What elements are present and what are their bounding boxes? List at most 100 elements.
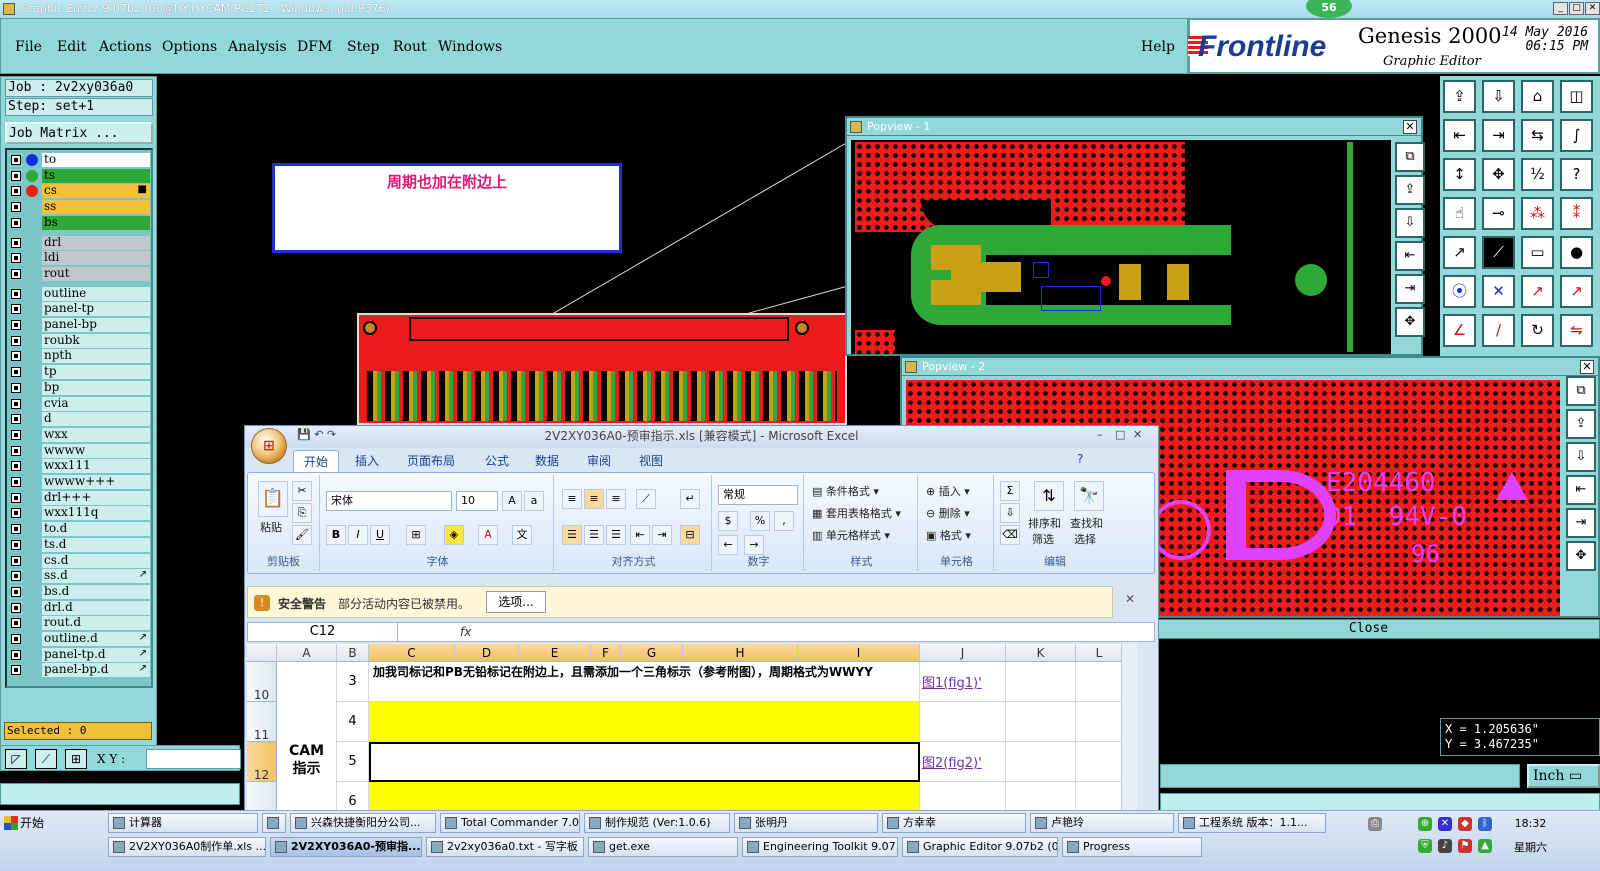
layer-row[interactable]: ts.d: [9, 537, 151, 552]
layer-name[interactable]: outline: [42, 286, 150, 301]
row-header[interactable]: 11: [247, 702, 277, 742]
popview-2-zoom-icon[interactable]: ⧉: [1566, 376, 1596, 406]
layer-name[interactable]: panel-tp.d: [42, 647, 150, 662]
select-all-corner[interactable]: [247, 644, 277, 662]
layer-checkbox[interactable]: [11, 382, 21, 393]
layer-name[interactable]: ss: [42, 200, 150, 215]
zoom-home-icon[interactable]: ⇪: [1443, 80, 1476, 113]
layer-checkbox[interactable]: [11, 304, 21, 315]
align-right-icon[interactable]: ☰: [606, 525, 626, 545]
number-format-select[interactable]: 常规: [718, 485, 798, 505]
layer-checkbox[interactable]: [11, 335, 21, 346]
layer-row[interactable]: rout: [9, 266, 151, 281]
layer-checkbox[interactable]: [11, 429, 21, 440]
layer-row[interactable]: panel-tp.d ↗: [9, 647, 151, 662]
excel-minimize-button[interactable]: –: [1097, 428, 1103, 441]
job-matrix-button[interactable]: Job Matrix ...: [5, 122, 153, 144]
format-cells-button[interactable]: ▣ 格式 ▾: [926, 527, 971, 543]
column-header[interactable]: K: [1006, 644, 1076, 662]
fx-icon[interactable]: fx: [460, 625, 471, 639]
empty-cell[interactable]: [1006, 662, 1076, 702]
fit-vertical-icon[interactable]: ↕: [1443, 158, 1476, 191]
popview-1-close-button[interactable]: ✕: [1403, 120, 1417, 134]
layer-name[interactable]: ldi: [42, 251, 150, 266]
layer-row[interactable]: cvia: [9, 396, 151, 411]
italic-icon[interactable]: I: [348, 525, 368, 545]
layer-row[interactable]: ss.d ↗: [9, 569, 151, 584]
layer-name[interactable]: ts.d: [42, 537, 150, 552]
layer-checkbox[interactable]: [11, 618, 21, 629]
rotate-icon[interactable]: ↻: [1521, 314, 1554, 347]
accounting-icon[interactable]: $: [718, 511, 738, 531]
layer-name[interactable]: d: [42, 412, 150, 427]
move-icon[interactable]: ↗: [1521, 275, 1554, 308]
layer-row[interactable]: wxx: [9, 427, 151, 442]
fill-icon[interactable]: ⇩: [1000, 503, 1020, 523]
layer-name[interactable]: panel-bp.d: [42, 663, 150, 678]
swap-icon[interactable]: ⇆: [1521, 119, 1554, 152]
network-2-icon[interactable]: ⁑: [1560, 197, 1593, 230]
wrap-text-icon[interactable]: ↵: [680, 489, 700, 509]
layer-checkbox[interactable]: [11, 155, 21, 165]
increase-decimal-icon[interactable]: ←: [718, 535, 738, 555]
layer-name[interactable]: cvia: [42, 396, 150, 411]
tray-shield-icon[interactable]: ⛨: [1418, 839, 1432, 853]
layer-row[interactable]: rout.d: [9, 616, 151, 631]
instruction-cell[interactable]: 加我司标记和PB无铅标记在附边上，且需添加一个三角标示（参考附图），周期格式为W…: [369, 662, 920, 702]
security-options-button[interactable]: 选项...: [486, 591, 546, 613]
tray-signal-icon[interactable]: ▲: [1478, 839, 1492, 853]
align-bottom-icon[interactable]: ≡: [606, 489, 626, 509]
security-close-icon[interactable]: ✕: [1125, 592, 1135, 606]
layer-checkbox[interactable]: [11, 602, 21, 613]
tray-app-icon[interactable]: ◆: [1458, 817, 1472, 831]
layer-row[interactable]: outline.d ↗: [9, 632, 151, 646]
layer-checkbox[interactable]: [11, 237, 21, 248]
layer-name[interactable]: bp: [42, 380, 150, 395]
menu-windows[interactable]: Windows: [438, 39, 502, 55]
tab-review[interactable]: 审阅: [587, 452, 611, 469]
layer-checkbox[interactable]: [11, 445, 21, 456]
sort-filter-icon[interactable]: ⇅: [1034, 481, 1064, 511]
taskbar-button[interactable]: 工程系统 版本：1.1...: [1178, 813, 1326, 833]
layer-name[interactable]: cs.d: [42, 553, 150, 568]
tab-page-layout[interactable]: 页面布局: [407, 452, 455, 469]
layer-row[interactable]: cs ■: [9, 184, 151, 199]
font-name-select[interactable]: 宋体: [326, 491, 452, 511]
layer-name[interactable]: bs: [42, 215, 150, 230]
taskbar-button[interactable]: 兴森快捷衡阳分公司...: [290, 813, 436, 833]
layer-checkbox[interactable]: [11, 202, 21, 213]
sequence-cell[interactable]: 4: [337, 702, 369, 742]
circle-icon[interactable]: ●: [1560, 236, 1593, 269]
menu-actions[interactable]: Actions: [99, 39, 152, 55]
column-header[interactable]: H: [683, 644, 798, 662]
column-header[interactable]: B: [337, 644, 369, 662]
pcb-panel-preview[interactable]: [357, 313, 847, 425]
layer-name[interactable]: wxx111: [42, 459, 150, 474]
layer-name[interactable]: drl.d: [42, 600, 150, 615]
figure-link-cell[interactable]: [920, 702, 1006, 742]
layer-name[interactable]: panel-bp: [42, 318, 150, 332]
shrink-font-icon[interactable]: a: [524, 491, 544, 511]
layer-checkbox[interactable]: [11, 414, 21, 425]
layer-name[interactable]: wxx: [42, 427, 150, 442]
comma-icon[interactable]: ,: [774, 511, 794, 531]
unit-button[interactable]: Inch ▭: [1527, 764, 1600, 788]
taskbar-button[interactable]: 计算器: [108, 813, 258, 833]
align-middle-icon[interactable]: ≡: [584, 489, 604, 509]
tray-volume-icon[interactable]: ♪: [1438, 839, 1452, 853]
layer-row[interactable]: ss: [9, 200, 151, 215]
measure-icon[interactable]: ⟋: [35, 749, 57, 769]
layer-checkbox[interactable]: [11, 634, 21, 644]
hand-icon[interactable]: ☝: [1443, 197, 1476, 230]
popview-close-button[interactable]: Close: [1137, 619, 1600, 639]
pad-icon[interactable]: ⊸: [1482, 197, 1515, 230]
taskbar-button[interactable]: get.exe: [588, 837, 738, 857]
column-header[interactable]: A: [277, 644, 337, 662]
paste-icon[interactable]: 📋: [258, 481, 288, 517]
tab-insert[interactable]: 插入: [355, 452, 379, 469]
font-size-select[interactable]: 10: [456, 491, 498, 511]
merged-cam-cell[interactable]: CAM 指示: [277, 662, 337, 819]
excel-restore-button[interactable]: □: [1115, 428, 1125, 441]
layer-checkbox[interactable]: [11, 586, 21, 597]
bold-icon[interactable]: B: [326, 525, 346, 545]
